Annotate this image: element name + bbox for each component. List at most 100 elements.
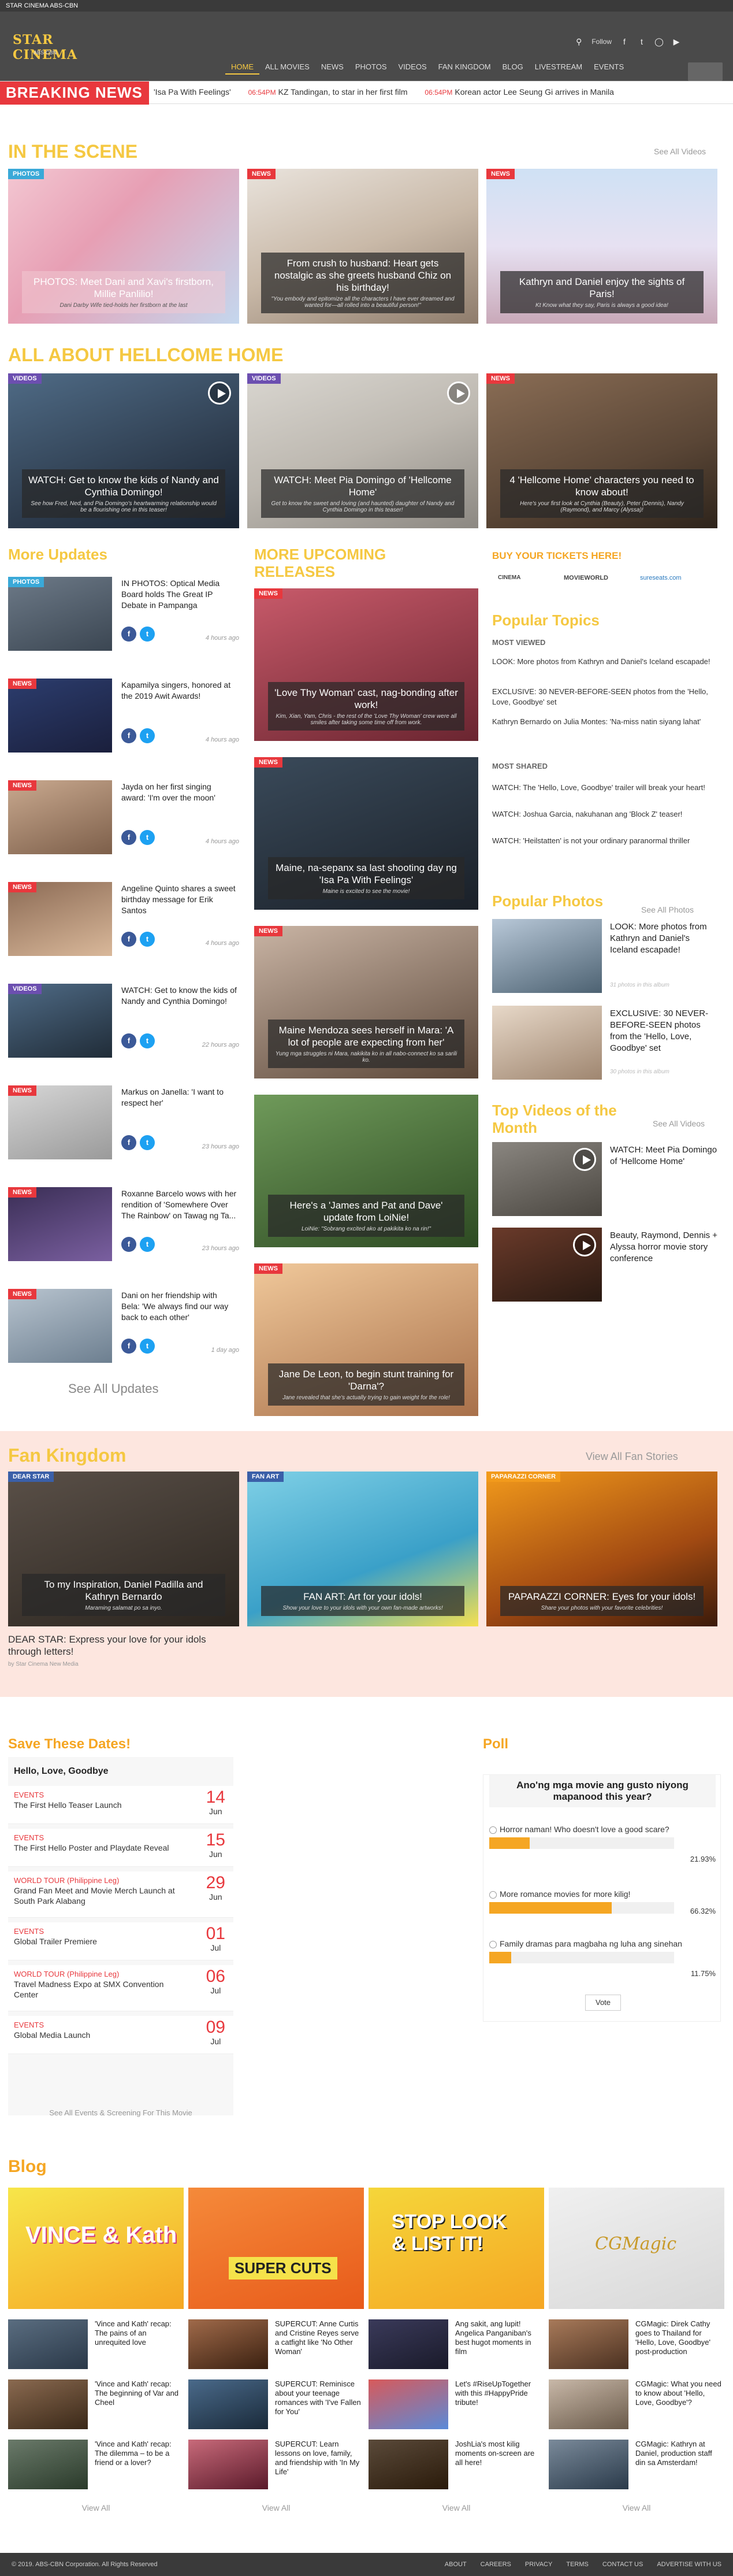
footer-link-privacy[interactable]: PRIVACY [525,2561,552,2568]
nav-all-movies[interactable]: ALL MOVIES [259,60,315,75]
poll-option-label[interactable]: More romance movies for more kilig! [489,1889,716,1899]
top-video-item[interactable]: WATCH: Meet Pia Domingo of 'Hellcome Hom… [492,1142,723,1216]
blog-item-title[interactable]: SUPERCUT: Learn lessons on love, family,… [275,2440,362,2477]
update-item[interactable]: NEWS Dani on her friendship with Bela: '… [8,1289,239,1370]
poll-option-label[interactable]: Family dramas para magbaha ng luha ang s… [489,1939,716,1948]
most-viewed-item[interactable]: EXCLUSIVE: 30 NEVER-BEFORE-SEEN photos f… [492,687,717,707]
popular-photo-item[interactable]: LOOK: More photos from Kathryn and Danie… [492,919,723,993]
photo-title[interactable]: EXCLUSIVE: 30 NEVER-BEFORE-SEEN photos f… [610,1008,720,1054]
search-icon[interactable]: ⚲ [574,37,583,46]
movieworld-partner-logo[interactable]: MOVIEWORLD [564,574,608,581]
blog-item[interactable]: CGMagic: What you need to know about 'He… [549,2379,724,2434]
blog-view-all-link[interactable]: View All [369,2503,544,2512]
photo-title[interactable]: LOOK: More photos from Kathryn and Danie… [610,921,720,956]
update-title[interactable]: Markus on Janella: 'I want to respect he… [121,1087,237,1109]
date-row[interactable]: EVENTS The First Hello Poster and Playdat… [8,1829,233,1867]
facebook-share-icon[interactable]: f [121,1135,136,1150]
most-shared-item[interactable]: WATCH: Joshua Garcia, nakuhanan ang 'Blo… [492,809,717,820]
nav-news[interactable]: NEWS [315,60,349,75]
update-title[interactable]: Roxanne Barcelo wows with her rendition … [121,1188,237,1221]
blog-item[interactable]: 'Vince and Kath' recap: The pains of an … [8,2319,184,2374]
update-title[interactable]: Jayda on her first singing award: 'I'm o… [121,781,237,803]
poll-option[interactable]: Horror naman! Who doesn't love a good sc… [489,1825,716,1863]
video-title[interactable]: Beauty, Raymond, Dennis + Alyssa horror … [610,1230,720,1265]
blog-item[interactable]: Let's #RiseUpTogether with this #HappyPr… [369,2379,544,2434]
upcoming-card[interactable]: Here's a 'James and Pat and Dave' update… [254,1095,478,1247]
blog-item[interactable]: JoshLia's most kilig moments on-screen a… [369,2440,544,2494]
scene-card[interactable]: NEWS Kathryn and Daniel enjoy the sights… [486,169,717,324]
footer-link-terms[interactable]: TERMS [566,2561,589,2568]
poll-option-label[interactable]: Horror naman! Who doesn't love a good sc… [489,1825,716,1834]
see-all-photos-link[interactable]: See All Photos [641,905,694,914]
poll-option[interactable]: More romance movies for more kilig! 66.3… [489,1889,716,1915]
blog-banner[interactable]: STOP LOOK & LIST IT! [369,2188,544,2309]
nav-fan-kingdom[interactable]: FAN KINGDOM [433,60,497,75]
hellcome-card[interactable]: VIDEOS WATCH: Meet Pia Domingo of 'Hellc… [247,373,478,528]
nav-blog[interactable]: BLOG [497,60,529,75]
date-row[interactable]: EVENTS Global Trailer Premiere 01 Jul [8,1922,233,1960]
ticker-item[interactable]: Korean actor Lee Seung Gi arrives in Man… [455,87,613,97]
play-icon[interactable] [573,1148,596,1171]
most-shared-item[interactable]: WATCH: 'Heilstatten' is not your ordinar… [492,836,717,846]
blog-item[interactable]: 'Vince and Kath' recap: The beginning of… [8,2379,184,2434]
poll-option[interactable]: Family dramas para magbaha ng luha ang s… [489,1939,716,1978]
blog-item-title[interactable]: 'Vince and Kath' recap: The pains of an … [95,2319,181,2347]
date-row[interactable]: WORLD TOUR (Philippine Leg) Grand Fan Mee… [8,1871,233,1918]
nav-livestream[interactable]: LIVESTREAM [529,60,588,75]
facebook-share-icon[interactable]: f [121,1237,136,1252]
update-item[interactable]: NEWS Kapamilya singers, honored at the 2… [8,679,239,759]
top-video-item[interactable]: Beauty, Raymond, Dennis + Alyssa horror … [492,1228,723,1302]
see-all-events-link[interactable]: See All Events & Screening For This Movi… [8,2108,233,2117]
blog-item[interactable]: SUPERCUT: Reminisce about your teenage r… [188,2379,364,2434]
user-avatar[interactable] [688,62,723,81]
popular-photo-item[interactable]: EXCLUSIVE: 30 NEVER-BEFORE-SEEN photos f… [492,1006,723,1080]
view-all-fan-stories-link[interactable]: View All Fan Stories [586,1451,678,1463]
video-title[interactable]: WATCH: Meet Pia Domingo of 'Hellcome Hom… [610,1144,720,1167]
dear-star-caption[interactable]: DEAR STAR: Express your love for your id… [8,1633,239,1658]
blog-banner[interactable]: CGMagic [549,2188,724,2309]
blog-item-title[interactable]: SUPERCUT: Anne Curtis and Cristine Reyes… [275,2319,362,2356]
update-title[interactable]: Dani on her friendship with Bela: 'We al… [121,1290,237,1323]
date-row[interactable]: EVENTS The First Hello Teaser Launch 14 Jun [8,1786,233,1824]
blog-item-title[interactable]: 'Vince and Kath' recap: The beginning of… [95,2379,181,2407]
nav-photos[interactable]: PHOTOS [349,60,393,75]
ticker-item[interactable]: 'Isa Pa With Feelings' [154,87,231,97]
nav-home[interactable]: HOME [225,60,259,75]
twitter-icon[interactable]: t [637,37,646,46]
blog-view-all-link[interactable]: View All [8,2503,184,2512]
facebook-icon[interactable]: f [620,37,629,46]
update-item[interactable]: NEWS Markus on Janella: 'I want to respe… [8,1085,239,1166]
sureseats-partner-logo[interactable]: sureseats.com [640,574,682,581]
facebook-share-icon[interactable]: f [121,728,136,743]
most-viewed-item[interactable]: LOOK: More photos from Kathryn and Danie… [492,657,717,667]
blog-item[interactable]: SUPERCUT: Learn lessons on love, family,… [188,2440,364,2494]
update-title[interactable]: Angeline Quinto shares a sweet birthday … [121,883,237,916]
play-icon[interactable] [447,381,470,405]
blog-item-title[interactable]: CGMagic: Kathryn at Daniel, production s… [635,2440,722,2467]
blog-item[interactable]: SUPERCUT: Anne Curtis and Cristine Reyes… [188,2319,364,2374]
scene-card[interactable]: PHOTOS PHOTOS: Meet Dani and Xavi's firs… [8,169,239,324]
blog-item[interactable]: CGMagic: Kathryn at Daniel, production s… [549,2440,724,2494]
update-item[interactable]: NEWS Roxanne Barcelo wows with her rendi… [8,1187,239,1268]
nav-events[interactable]: EVENTS [588,60,630,75]
cinema-partner-logo[interactable]: CINEMA [498,574,520,581]
blog-item[interactable]: 'Vince and Kath' recap: The dilemma – to… [8,2440,184,2494]
twitter-share-icon[interactable]: t [140,1135,155,1150]
blog-view-all-link[interactable]: View All [188,2503,364,2512]
twitter-share-icon[interactable]: t [140,1237,155,1252]
facebook-share-icon[interactable]: f [121,932,136,947]
blog-item[interactable]: Ang sakit, ang lupit! Angelica Panganiba… [369,2319,544,2374]
scene-card[interactable]: NEWS From crush to husband: Heart gets n… [247,169,478,324]
breaking-ticker[interactable]: 'Isa Pa With Feelings' 06:54PM KZ Tanding… [151,87,729,97]
update-item[interactable]: VIDEOS WATCH: Get to know the kids of Na… [8,984,239,1065]
update-item[interactable]: NEWS Angeline Quinto shares a sweet birt… [8,882,239,963]
twitter-share-icon[interactable]: t [140,830,155,845]
upcoming-card[interactable]: NEWS 'Love Thy Woman' cast, nag-bonding … [254,588,478,741]
play-icon[interactable] [208,381,231,405]
blog-item[interactable]: CGMagic: Direk Cathy goes to Thailand fo… [549,2319,724,2374]
blog-item-title[interactable]: CGMagic: What you need to know about 'He… [635,2379,722,2407]
upcoming-card[interactable]: NEWS Jane De Leon, to begin stunt traini… [254,1263,478,1416]
blog-item-title[interactable]: 'Vince and Kath' recap: The dilemma – to… [95,2440,181,2467]
see-all-top-videos-link[interactable]: See All Videos [653,1119,705,1128]
twitter-share-icon[interactable]: t [140,627,155,642]
